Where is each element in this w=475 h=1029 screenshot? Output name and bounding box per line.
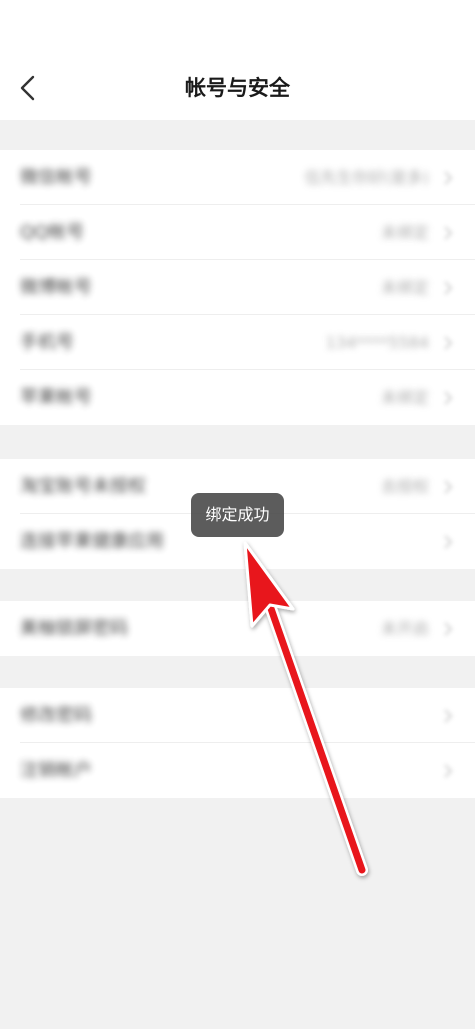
chevron-right-icon (444, 391, 453, 405)
status-bar-area (0, 0, 475, 56)
chevron-right-icon (444, 480, 453, 494)
row-label: 淘宝账号未授权 (20, 476, 146, 497)
row-value: 未开启 (380, 619, 429, 638)
nav-bar: 帐号与安全 (0, 56, 475, 120)
list-item-lock-screen-password[interactable]: 美柚锁屏密码 未开启 (0, 601, 475, 656)
row-value: 未绑定 (380, 278, 429, 297)
row-label: 手机号 (20, 332, 74, 353)
chevron-right-icon (444, 709, 453, 723)
list-item-qq[interactable]: QQ帐号 未绑定 (0, 205, 475, 260)
page-title: 帐号与安全 (185, 76, 290, 100)
row-label: 美柚锁屏密码 (20, 618, 128, 639)
chevron-right-icon (444, 535, 453, 549)
chevron-right-icon (444, 281, 453, 295)
row-value: 134****5584 (325, 333, 429, 352)
chevron-right-icon (444, 171, 453, 185)
chevron-right-icon (444, 336, 453, 350)
list-item-change-password[interactable]: 修改密码 (0, 688, 475, 743)
row-label: 微信帐号 (20, 167, 92, 188)
row-label: 苹果帐号 (20, 387, 92, 408)
row-value: 去授权 (380, 477, 429, 496)
list-item-delete-account[interactable]: 注销帐户 (0, 743, 475, 798)
linked-accounts-group: 微信帐号 伍先生你好(是多) QQ帐号 未绑定 微博帐号 未绑定 手机号 134… (0, 150, 475, 425)
row-label: 微博帐号 (20, 277, 92, 298)
chevron-right-icon (444, 622, 453, 636)
account-security-screen: 帐号与安全 微信帐号 伍先生你好(是多) QQ帐号 未绑定 微博帐号 未绑定 手… (0, 0, 475, 1029)
row-label: 注销帐户 (20, 760, 92, 781)
account-actions-group: 修改密码 注销帐户 (0, 688, 475, 798)
row-label: 修改密码 (20, 705, 92, 726)
row-label: QQ帐号 (20, 222, 85, 243)
chevron-right-icon (444, 226, 453, 240)
lock-screen-group: 美柚锁屏密码 未开启 (0, 601, 475, 656)
chevron-right-icon (444, 764, 453, 778)
list-item-wechat[interactable]: 微信帐号 伍先生你好(是多) (0, 150, 475, 205)
list-item-phone[interactable]: 手机号 134****5584 (0, 315, 475, 370)
row-value: 未绑定 (380, 223, 429, 242)
row-label: 连接苹果健康应用 (20, 531, 164, 552)
row-value: 未绑定 (380, 388, 429, 407)
list-item-weibo[interactable]: 微博帐号 未绑定 (0, 260, 475, 315)
list-item-apple[interactable]: 苹果帐号 未绑定 (0, 370, 475, 425)
toast-message: 绑定成功 (191, 493, 284, 537)
row-value: 伍先生你好(是多) (304, 168, 430, 187)
